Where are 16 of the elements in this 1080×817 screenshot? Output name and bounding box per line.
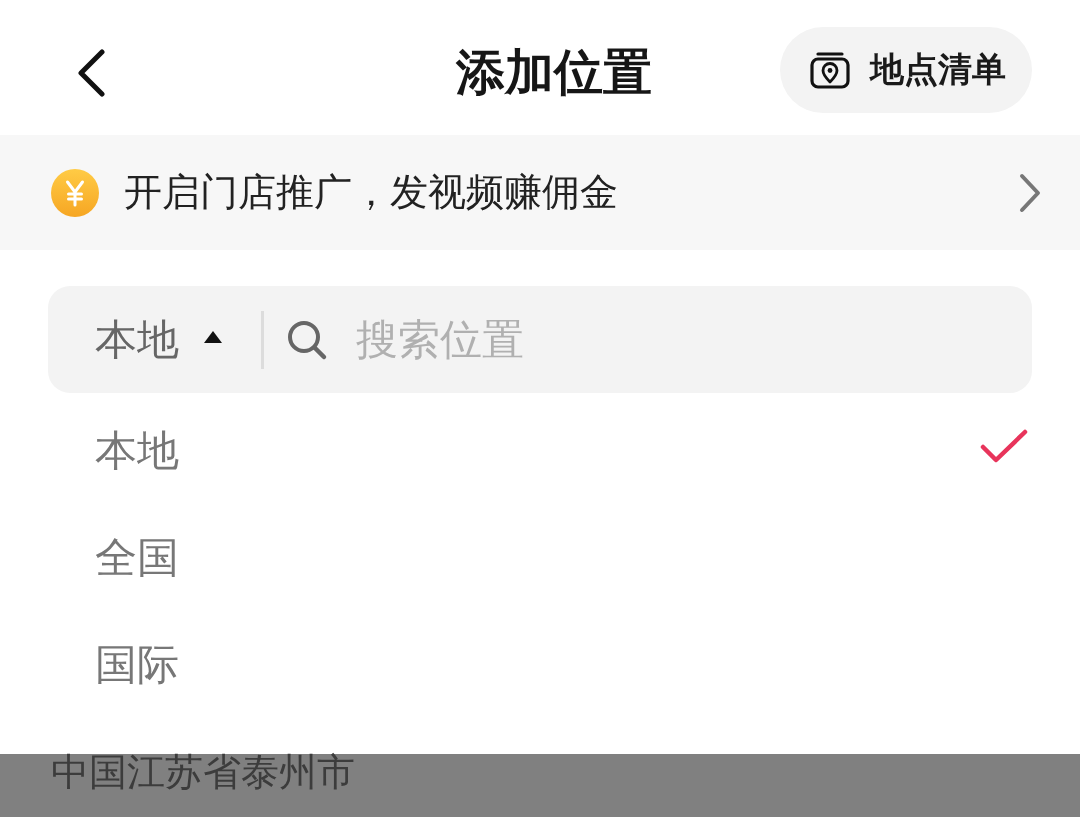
- page-title: 添加位置: [456, 42, 652, 103]
- search-bar[interactable]: 本地 搜索位置: [48, 286, 1032, 393]
- menu-option[interactable]: 全国: [48, 504, 1032, 611]
- search-field[interactable]: 搜索位置: [356, 309, 1002, 370]
- scope-dropdown[interactable]: 本地: [95, 311, 223, 368]
- search-icon: [286, 318, 328, 361]
- location-list-button[interactable]: 地点清单: [780, 27, 1032, 113]
- coin-icon: [51, 168, 99, 217]
- menu-option[interactable]: 国际: [48, 611, 1032, 718]
- back-button[interactable]: [76, 48, 106, 97]
- menu-option[interactable]: 本地: [48, 397, 1032, 504]
- promo-banner[interactable]: 开启门店推广，发视频赚佣金: [0, 135, 1080, 250]
- chevron-left-icon: [76, 48, 106, 97]
- promo-text: 开启门店推广，发视频赚佣金: [124, 169, 618, 216]
- chevron-right-icon: [1018, 171, 1042, 214]
- map-pin-card-icon: [810, 51, 850, 89]
